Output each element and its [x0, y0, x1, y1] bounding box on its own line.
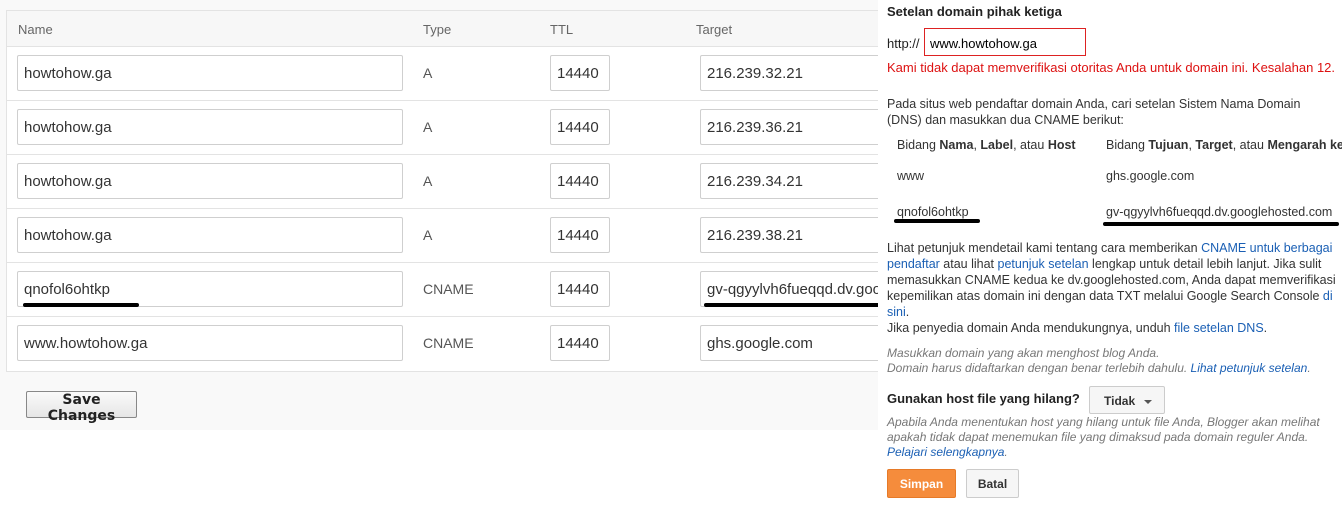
missing-files-label: Gunakan host file yang hilang? [887, 391, 1080, 406]
domain-settings-dialog: Setelan domain pihak ketiga http:// www.… [878, 0, 1342, 510]
domain-input[interactable]: www.howtohow.ga [924, 28, 1086, 56]
underline-mark [894, 219, 980, 223]
record-target-input[interactable]: gv-qgyylvh6fueqqd.dv.goog [700, 271, 890, 307]
dns-records-panel: Name Type TTL Target howtohow.ga A 14440… [0, 0, 890, 430]
record-type: CNAME [423, 335, 474, 351]
table-header: Name Type TTL Target [7, 11, 880, 47]
underline-mark [704, 303, 884, 307]
record-ttl-input[interactable]: 14440 [550, 325, 610, 361]
column-header-name: Name [18, 22, 53, 37]
record-target-input[interactable]: ghs.google.com [700, 325, 890, 361]
record-target-input[interactable]: 216.239.32.21 [700, 55, 890, 91]
cancel-button[interactable]: Batal [966, 469, 1019, 498]
setup-help-link[interactable]: Lihat petunjuk setelan [1191, 361, 1308, 375]
record-type: A [423, 227, 433, 243]
record-target-input[interactable]: 216.239.34.21 [700, 163, 890, 199]
record-name-input[interactable]: howtohow.ga [17, 217, 403, 253]
table-row: howtohow.ga A 14440 216.239.38.21 [7, 209, 890, 263]
cname-row-target: ghs.google.com [1106, 169, 1195, 183]
domain-note: Masukkan domain yang akan menghost blog … [887, 346, 1311, 375]
record-name-input[interactable]: qnofol6ohtkp [17, 271, 403, 307]
instructions-text: Pada situs web pendaftar domain Anda, ca… [887, 97, 1301, 127]
record-ttl-input[interactable]: 14440 [550, 271, 610, 307]
table-row: qnofol6ohtkp CNAME 14440 gv-qgyylvh6fueq… [7, 263, 890, 317]
dns-records-table: Name Type TTL Target howtohow.ga A 14440… [6, 10, 890, 372]
underline-mark [1103, 222, 1339, 226]
save-button[interactable]: Simpan [887, 469, 956, 498]
record-name-input[interactable]: howtohow.ga [17, 109, 403, 145]
record-target-input[interactable]: 216.239.36.21 [700, 109, 890, 145]
record-type: A [423, 119, 433, 135]
dialog-title: Setelan domain pihak ketiga [887, 4, 1062, 19]
dns-settings-file-link[interactable]: file setelan DNS [1174, 321, 1264, 335]
record-name-input[interactable]: howtohow.ga [17, 55, 403, 91]
cname-row-name: www [897, 169, 925, 183]
cname-header-name: Bidang Nama, Label, atau Host [897, 138, 1076, 152]
table-row: www.howtohow.ga CNAME 14440 ghs.google.c… [7, 317, 890, 371]
cname-row-target: gv-qgyylvh6fueqqd.dv.googlehosted.com [1106, 205, 1333, 219]
column-header-ttl: TTL [550, 22, 574, 37]
record-type: A [423, 173, 433, 189]
record-name-input[interactable]: howtohow.ga [17, 163, 403, 199]
column-header-type: Type [423, 22, 452, 37]
table-row: howtohow.ga A 14440 216.239.36.21 [7, 101, 890, 155]
table-row: howtohow.ga A 14440 216.239.34.21 [7, 155, 890, 209]
chevron-down-icon [1144, 400, 1152, 404]
record-ttl-input[interactable]: 14440 [550, 55, 610, 91]
learn-more-link[interactable]: Pelajari selengkapnya [887, 445, 1004, 459]
record-type: A [423, 65, 433, 81]
missing-files-note: Apabila Anda menentukan host yang hilang… [887, 415, 1320, 459]
record-target-input[interactable]: 216.239.38.21 [700, 217, 890, 253]
cname-header-target: Bidang Tujuan, Target, atau Mengarah ke [1106, 138, 1342, 152]
record-type: CNAME [423, 281, 474, 297]
column-header-target: Target [696, 22, 733, 37]
setup-instructions-link[interactable]: petunjuk setelan [998, 257, 1089, 271]
cname-row-name: qnofol6ohtkp [897, 205, 969, 219]
http-prefix-label: http:// [887, 36, 920, 51]
record-ttl-input[interactable]: 14440 [550, 109, 610, 145]
missing-files-select[interactable]: Tidak [1089, 386, 1165, 414]
detail-text: Lihat petunjuk mendetail kami tentang ca… [887, 241, 1336, 335]
record-ttl-input[interactable]: 14440 [550, 217, 610, 253]
table-row: howtohow.ga A 14440 216.239.32.21 [7, 47, 890, 101]
record-name-input[interactable]: www.howtohow.ga [17, 325, 403, 361]
save-changes-button[interactable]: Save Changes [26, 391, 137, 424]
record-ttl-input[interactable]: 14440 [550, 163, 610, 199]
underline-mark [23, 303, 139, 307]
error-message: Kami tidak dapat memverifikasi otoritas … [887, 60, 1336, 75]
